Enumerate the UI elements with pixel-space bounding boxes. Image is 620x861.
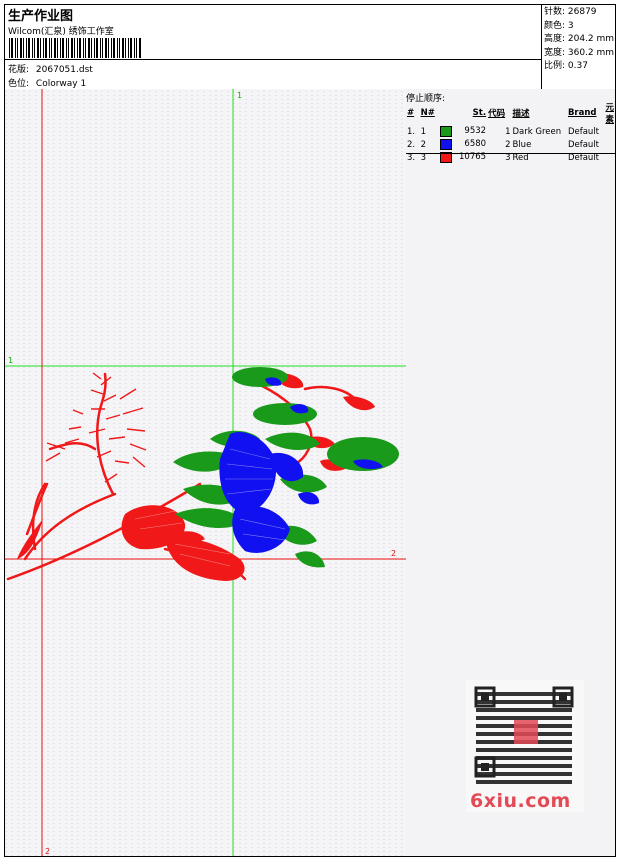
stat-stitches: 针数: 26879 (544, 7, 597, 17)
row-stitches-cell: 9532 (439, 125, 487, 138)
table-header-row: # N# St. 代码 描述 Brand 元素 (406, 101, 615, 125)
col-brand: Brand (567, 108, 597, 118)
row-index: 2. (407, 139, 416, 150)
barcode (9, 38, 141, 58)
col-index: # (407, 108, 415, 118)
row-element (604, 138, 615, 151)
guide-label-bottom: 2 (45, 847, 50, 856)
sheet-title: 生产作业图 (8, 9, 74, 24)
row-stitches-cell: 6580 (439, 138, 487, 151)
colorway-line: 色位: Colorway 1 (8, 76, 86, 89)
company-name: Wilcom(汇泉) 绣饰工作室 (8, 27, 114, 37)
table-row[interactable]: 1. 1 9532 1 Dark Green Default (406, 125, 615, 138)
row-needle: 2 (420, 139, 427, 150)
site-logo: 6xiu.com (470, 790, 571, 812)
row-brand: Default (567, 126, 599, 137)
guide-label-right: 2 (391, 549, 396, 558)
pattern-value: 2067051.dst (35, 65, 93, 75)
stat-scale: 比例: 0.37 (544, 61, 588, 71)
pattern-line: 花版: 2067051.dst (8, 62, 93, 75)
row-stitches: 6580 (464, 139, 487, 149)
stat-width: 宽度: 360.2 mm (544, 47, 615, 58)
row-code: 1 (505, 126, 511, 137)
stat-height: 高度: 204.2 mm (544, 34, 615, 44)
color-swatch-icon (440, 139, 453, 150)
row-brand: Default (567, 139, 599, 150)
table-divider (406, 153, 615, 154)
row-description: Dark Green (512, 126, 562, 137)
colorway-label: 色位: (8, 79, 30, 89)
row-needle: 1 (420, 126, 427, 137)
stop-sequence-table: # N# St. 代码 描述 Brand 元素 1. 1 9532 1 Dark… (406, 101, 615, 164)
guide-label-left: 1 (8, 356, 13, 365)
row-element (604, 125, 615, 138)
col-needle: N# (420, 108, 435, 118)
sheet-header: 生产作业图 Wilcom(汇泉) 绣饰工作室 花版: 2067051.dst 色… (5, 5, 615, 90)
embroidery-preview: 1 1 2 2 (5, 89, 406, 856)
col-description: 描述 (512, 109, 530, 119)
colorway-value: Colorway 1 (35, 79, 87, 89)
row-stitches: 9532 (464, 126, 487, 136)
design-stats: 针数: 26879 颜色: 3 高度: 204.2 mm 宽度: 360.2 m… (541, 5, 615, 89)
row-code: 2 (505, 139, 511, 150)
header-divider (5, 59, 541, 60)
col-code: 代码 (488, 109, 506, 119)
pattern-label: 花版: (8, 65, 30, 75)
color-swatch-icon (440, 126, 453, 137)
row-index: 1. (407, 126, 416, 137)
guide-label-top: 1 (237, 91, 242, 100)
header-info: 生产作业图 Wilcom(汇泉) 绣饰工作室 花版: 2067051.dst 色… (5, 5, 541, 89)
design-canvas[interactable]: 1 1 2 2 (5, 89, 407, 856)
table-row[interactable]: 2. 2 6580 2 Blue Default (406, 138, 615, 151)
stat-colors: 颜色: 3 (544, 20, 574, 31)
row-description: Blue (512, 139, 532, 150)
col-element: 元素 (605, 103, 614, 125)
col-stitches: St. (472, 108, 487, 118)
